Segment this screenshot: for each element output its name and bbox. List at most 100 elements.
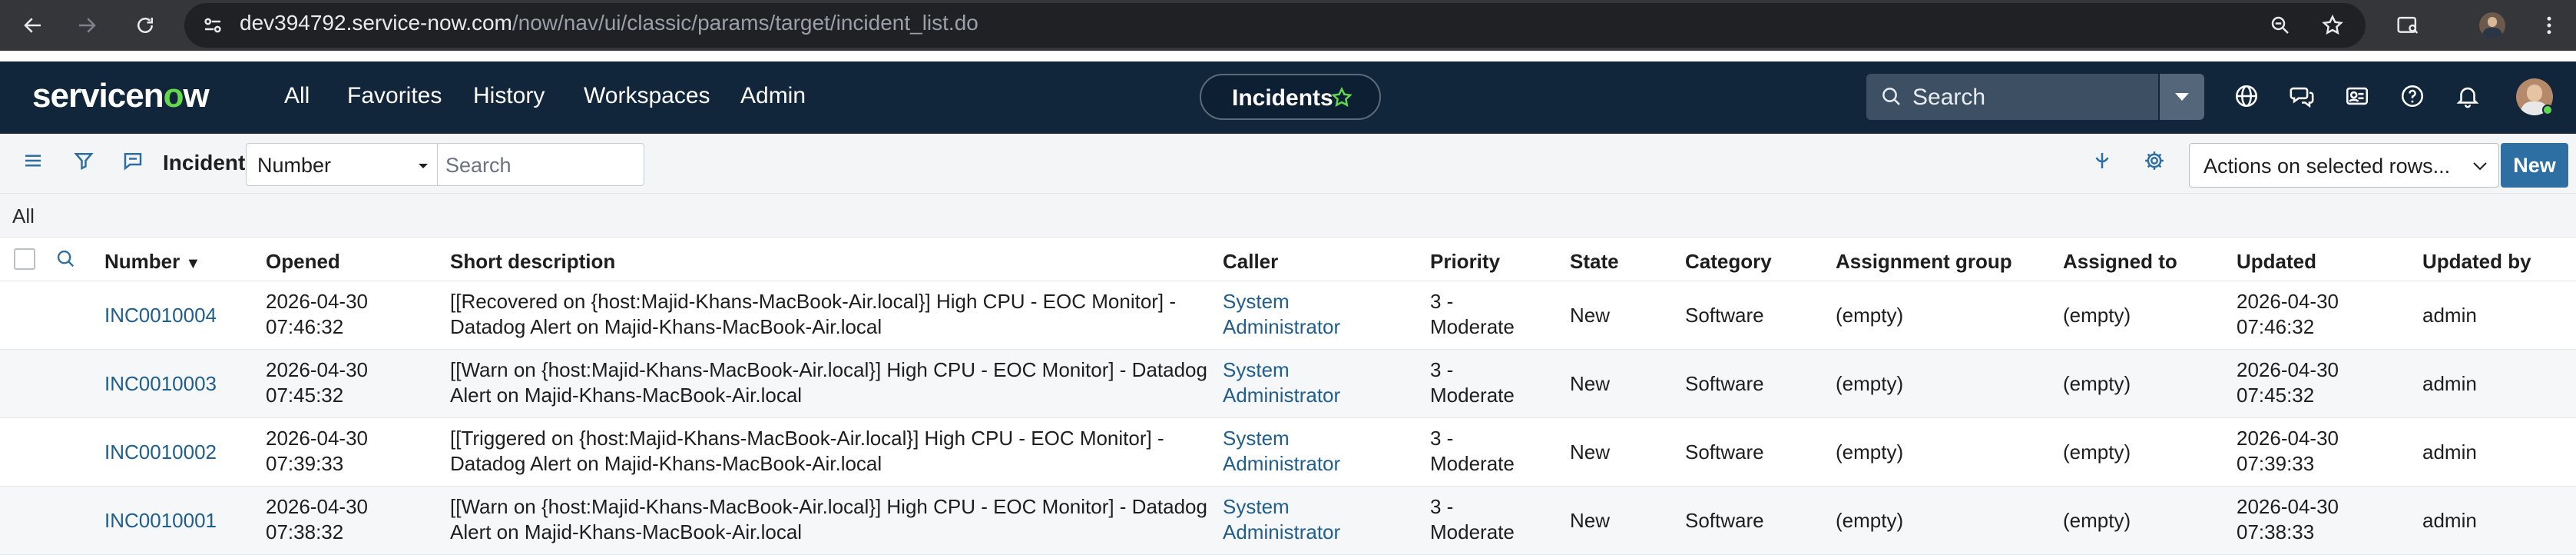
category-cell: Software xyxy=(1685,372,1764,395)
incident-number-link[interactable]: INC0010002 xyxy=(104,440,217,465)
caller-link[interactable]: System Administrator xyxy=(1223,426,1340,477)
notifications-bell-icon[interactable] xyxy=(2455,83,2484,112)
column-header-opened[interactable]: Opened xyxy=(266,250,340,274)
global-search[interactable]: Search xyxy=(1866,74,2158,120)
column-header-short-description[interactable]: Short description xyxy=(450,250,615,274)
state-cell: New xyxy=(1570,509,1611,532)
browser-toolbar: dev394792.service-now.com/now/nav/ui/cla… xyxy=(0,0,2576,51)
column-header-number[interactable]: Number ▼ xyxy=(104,250,200,274)
priority-cell: 3 - Moderate xyxy=(1430,494,1515,545)
column-search-icon[interactable] xyxy=(55,248,77,274)
updated-time: 07:38:33 xyxy=(2237,520,2315,543)
priority-line-2: Moderate xyxy=(1430,315,1515,338)
column-header-state[interactable]: State xyxy=(1570,250,1619,274)
sort-descending-icon[interactable]: ▼ xyxy=(185,255,200,272)
column-header-assigned-to[interactable]: Assigned to xyxy=(2063,250,2177,274)
search-scope-dropdown[interactable] xyxy=(2160,74,2204,120)
actions-on-selected-rows-select[interactable]: Actions on selected rows... xyxy=(2189,143,2499,188)
nav-all[interactable]: All xyxy=(284,83,310,109)
forward-icon[interactable] xyxy=(69,8,104,43)
chat-icon[interactable] xyxy=(2289,83,2318,112)
tab-search-icon[interactable] xyxy=(2390,8,2425,43)
logo-text-start: servicen xyxy=(32,77,164,115)
presence-status-dot xyxy=(2542,105,2553,115)
breadcrumb-all[interactable]: All xyxy=(12,204,35,228)
column-header-assignment-group[interactable]: Assignment group xyxy=(1836,250,2012,274)
table-row[interactable]: INC0010003 2026-04-30 07:45:32 [[Warn on … xyxy=(0,350,2576,418)
nav-history[interactable]: History xyxy=(473,83,545,109)
updated-date: 2026-04-30 xyxy=(2237,427,2339,450)
site-settings-icon[interactable] xyxy=(201,14,224,41)
table-row[interactable]: INC0010004 2026-04-30 07:46:32 [[Recovere… xyxy=(0,281,2576,350)
updated-cell: 2026-04-30 07:46:32 xyxy=(2237,289,2339,340)
updated-by-cell: admin xyxy=(2422,304,2477,327)
priority-line-1: 3 - xyxy=(1430,495,1454,518)
caller-link[interactable]: System Administrator xyxy=(1223,289,1340,340)
updated-date: 2026-04-30 xyxy=(2237,495,2339,518)
table-row[interactable]: INC0010001 2026-04-30 07:38:32 [[Warn on … xyxy=(0,487,2576,555)
list-activity-icon[interactable] xyxy=(121,149,147,175)
bookmark-star-icon[interactable] xyxy=(2315,8,2350,43)
priority-line-1: 3 - xyxy=(1430,427,1454,450)
column-header-updated[interactable]: Updated xyxy=(2237,250,2316,274)
incident-number-link[interactable]: INC0010004 xyxy=(104,303,217,328)
list-search-input[interactable] xyxy=(445,150,637,181)
opened-cell: 2026-04-30 07:39:33 xyxy=(266,426,368,477)
opened-time: 07:38:32 xyxy=(266,520,344,543)
opened-time: 07:45:32 xyxy=(266,384,344,407)
table-header: Number ▼ Opened Short description Caller… xyxy=(0,237,2576,281)
updated-cell: 2026-04-30 07:38:33 xyxy=(2237,494,2339,545)
back-icon[interactable] xyxy=(15,8,51,43)
personalize-sparkle-icon[interactable] xyxy=(2091,149,2117,175)
description-line-1: [[Warn on {host:Majid-Khans-MacBook-Air.… xyxy=(450,495,1207,518)
column-header-priority[interactable]: Priority xyxy=(1430,250,1500,274)
table-row[interactable]: INC0010002 2026-04-30 07:39:33 [[Triggere… xyxy=(0,418,2576,487)
nav-admin[interactable]: Admin xyxy=(740,83,806,109)
updated-time: 07:46:32 xyxy=(2237,315,2315,338)
caller-line-1: System xyxy=(1223,290,1290,313)
category-cell: Software xyxy=(1685,509,1764,532)
incident-number-link[interactable]: INC0010001 xyxy=(104,508,217,533)
priority-line-2: Moderate xyxy=(1430,520,1515,543)
favorite-star-icon[interactable] xyxy=(1330,86,1353,113)
context-title-pill[interactable]: Incidents xyxy=(1200,74,1381,120)
short-description-cell: [[Warn on {host:Majid-Khans-MacBook-Air.… xyxy=(450,494,1207,545)
caller-link[interactable]: System Administrator xyxy=(1223,494,1340,545)
help-icon[interactable] xyxy=(2399,83,2429,112)
short-description-cell: [[Recovered on {host:Majid-Khans-MacBook… xyxy=(450,289,1176,340)
priority-cell: 3 - Moderate xyxy=(1430,289,1515,340)
actions-select-value: Actions on selected rows... xyxy=(2204,155,2451,178)
select-all-checkbox[interactable] xyxy=(14,248,35,270)
hamburger-menu-icon[interactable] xyxy=(22,149,48,175)
assigned-to-cell: (empty) xyxy=(2063,509,2131,532)
filter-icon[interactable] xyxy=(72,149,98,175)
impersonate-icon[interactable] xyxy=(2344,83,2373,112)
settings-gear-icon[interactable] xyxy=(2143,149,2169,175)
url-text[interactable]: dev394792.service-now.com/now/nav/ui/cla… xyxy=(240,11,978,35)
nav-workspaces[interactable]: Workspaces xyxy=(584,83,710,109)
column-header-number-label: Number xyxy=(104,250,180,273)
caller-line-2: Administrator xyxy=(1223,384,1341,407)
list-search-box[interactable] xyxy=(437,143,644,186)
column-header-updated-by[interactable]: Updated by xyxy=(2422,250,2531,274)
servicenow-logo[interactable]: servicenow xyxy=(32,77,210,115)
incident-number-link[interactable]: INC0010003 xyxy=(104,371,217,397)
caller-link[interactable]: System Administrator xyxy=(1223,357,1340,408)
assignment-group-cell: (empty) xyxy=(1836,372,1904,395)
zoom-icon[interactable] xyxy=(2263,8,2298,43)
nav-favorites[interactable]: Favorites xyxy=(347,83,442,109)
reload-icon[interactable] xyxy=(127,8,163,43)
new-button[interactable]: New xyxy=(2501,143,2568,188)
column-header-caller[interactable]: Caller xyxy=(1223,250,1278,274)
search-field-select[interactable]: Number xyxy=(246,143,438,186)
profile-avatar-icon[interactable] xyxy=(2475,8,2510,43)
column-header-category[interactable]: Category xyxy=(1685,250,1772,274)
url-host: dev394792.service-now.com xyxy=(240,11,512,35)
updated-by-cell: admin xyxy=(2422,372,2477,395)
description-line-1: [[Recovered on {host:Majid-Khans-MacBook… xyxy=(450,290,1177,313)
category-cell: Software xyxy=(1685,440,1764,464)
updated-by-cell: admin xyxy=(2422,440,2477,464)
browser-menu-icon[interactable] xyxy=(2531,8,2567,43)
globe-icon[interactable] xyxy=(2233,83,2263,112)
assigned-to-cell: (empty) xyxy=(2063,440,2131,464)
